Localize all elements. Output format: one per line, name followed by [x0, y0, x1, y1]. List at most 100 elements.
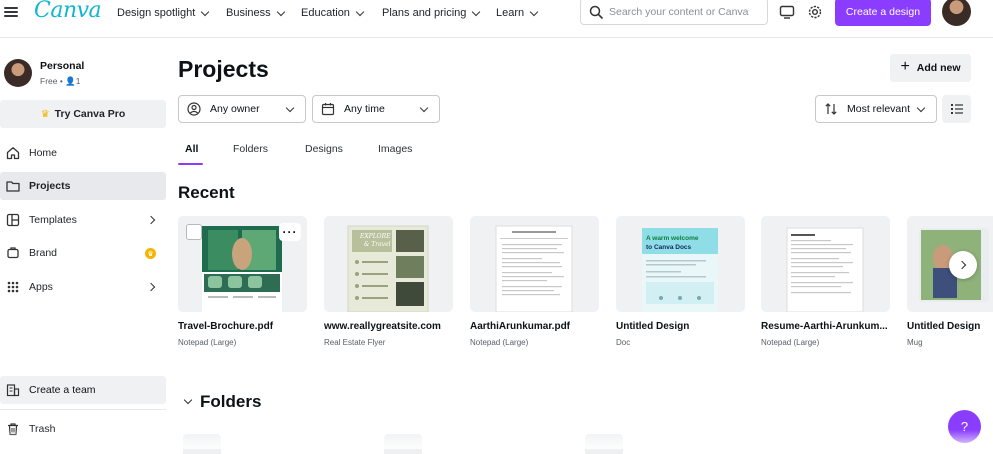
sidebar-item-templates[interactable]: Templates [0, 206, 166, 234]
recent-heading: Recent [178, 183, 235, 202]
sidebar-item-apps[interactable]: Apps [0, 273, 166, 301]
nav-education[interactable]: Education [301, 6, 365, 20]
chevron-right-icon [957, 260, 967, 270]
sidebar-item-home[interactable]: Home [0, 139, 166, 167]
profile-name: Personal [40, 60, 85, 72]
nav-business[interactable]: Business [226, 6, 285, 20]
nav-label: Business [226, 7, 271, 19]
design-card[interactable]: ··· Travel-Brochure.pdf Notepad (Large) [178, 216, 307, 347]
folder-card[interactable] [384, 434, 422, 454]
help-button[interactable]: ? [948, 410, 981, 443]
design-thumbnail [761, 216, 890, 312]
profile-switcher[interactable]: Personal Free • 👤1 [4, 59, 84, 87]
desktop-icon[interactable] [779, 4, 795, 20]
folder-icon [6, 181, 20, 192]
design-card[interactable]: Untitled Design Mug [907, 216, 993, 347]
design-title: Travel-Brochure.pdf [178, 321, 274, 332]
profile-plan: Free • 👤1 [40, 76, 81, 86]
design-type: Doc [616, 338, 631, 347]
divider [0, 409, 166, 410]
templates-icon [6, 213, 20, 227]
create-design-button[interactable]: Create a design [835, 0, 931, 26]
chevron-down-icon [472, 7, 481, 16]
tab-images[interactable]: Images [378, 143, 438, 155]
design-card[interactable]: AarthiArunkumar.pdf Notepad (Large) [470, 216, 599, 347]
sidebar-item-label: Apps [29, 281, 53, 293]
crown-icon: ♛ [40, 108, 50, 120]
carousel-next-button[interactable] [949, 251, 977, 279]
doc-heading-line2: to Canva Docs [646, 244, 692, 251]
design-card[interactable]: A warm welcome to Canva Docs Untitled De… [616, 216, 745, 347]
recent-designs-carousel: ··· Travel-Brochure.pdf Notepad (Large) … [178, 216, 993, 356]
design-title: AarthiArunkumar.pdf [470, 321, 571, 332]
folders-heading: Folders [200, 392, 262, 411]
design-card[interactable]: EXPLORE & Travel www.reallygreatsite.com… [324, 216, 453, 347]
nav-design-spotlight[interactable]: Design spotlight [117, 6, 210, 20]
sidebar-item-label: Trash [29, 423, 56, 435]
design-thumbnail: A warm welcome to Canva Docs [616, 216, 745, 312]
nav-label: Design spotlight [117, 7, 196, 19]
doc-heading-line1: A warm welcome [646, 235, 699, 242]
nav-label: Learn [496, 7, 525, 19]
tab-designs[interactable]: Designs [305, 143, 378, 155]
list-view-icon [950, 104, 963, 114]
tab-folders[interactable]: Folders [233, 143, 305, 155]
resume-preview [495, 225, 573, 312]
design-thumbnail: EXPLORE & Travel [324, 216, 453, 312]
brand-icon [7, 247, 19, 259]
trash-icon [8, 423, 18, 436]
time-filter-dropdown[interactable]: Any time [312, 95, 440, 123]
design-card[interactable]: Resume-Aarthi-Arunkum... Notepad (Large) [761, 216, 890, 347]
sidebar: Personal Free • 👤1 ♛ Try Canva Pro Home … [0, 39, 167, 449]
design-title: Resume-Aarthi-Arunkum... [761, 321, 888, 332]
design-title: www.reallygreatsite.com [324, 321, 441, 332]
avatar[interactable] [942, 0, 971, 26]
flyer-title-line2: & Travel [364, 241, 391, 248]
sidebar-item-label: Templates [29, 214, 77, 226]
canva-logo[interactable]: Canva [34, 0, 102, 23]
sort-dropdown[interactable]: Most relevant [815, 95, 937, 123]
chevron-down-icon [916, 103, 926, 113]
create-team-label: Create a team [29, 384, 96, 396]
list-view-toggle[interactable] [942, 95, 971, 123]
chevron-down-icon [285, 103, 295, 113]
more-options-icon[interactable]: ··· [279, 223, 301, 241]
user-circle-icon [187, 102, 201, 116]
apps-icon [7, 281, 19, 293]
sidebar-item-brand[interactable]: Brand ♛ [0, 239, 166, 267]
create-team-button[interactable]: Create a team [0, 376, 166, 404]
sidebar-item-projects[interactable]: Projects [0, 172, 166, 200]
nav-learn[interactable]: Learn [496, 6, 539, 20]
owner-filter-dropdown[interactable]: Any owner [178, 95, 306, 123]
design-title: Untitled Design [616, 321, 690, 332]
try-pro-label: Try Canva Pro [54, 108, 126, 120]
time-filter-label: Any time [344, 103, 385, 115]
search-bar[interactable] [580, 0, 768, 25]
folder-card[interactable] [183, 434, 221, 454]
tab-all[interactable]: All [185, 143, 233, 155]
try-canva-pro-button[interactable]: ♛ Try Canva Pro [0, 100, 166, 128]
design-thumbnail [470, 216, 599, 312]
menu-icon[interactable] [4, 5, 18, 19]
design-thumbnail: ··· [178, 216, 307, 312]
chevron-down-icon [529, 7, 539, 16]
add-new-label: Add new [916, 62, 961, 74]
resume-preview [786, 227, 864, 312]
design-type: Notepad (Large) [470, 338, 529, 347]
select-checkbox[interactable] [186, 224, 202, 240]
search-input[interactable] [609, 5, 759, 18]
page-title: Projects [178, 56, 269, 82]
plus-icon: + [900, 58, 910, 75]
gear-icon[interactable] [807, 4, 823, 20]
folder-card[interactable] [585, 434, 623, 454]
owner-filter-label: Any owner [210, 103, 260, 115]
chevron-down-icon [276, 7, 285, 16]
nav-plans-and-pricing[interactable]: Plans and pricing [382, 6, 481, 20]
chevron-down-icon [355, 7, 365, 16]
real-estate-flyer-preview: EXPLORE & Travel [347, 225, 429, 312]
add-new-button[interactable]: + Add new [890, 54, 971, 82]
nav-label: Education [301, 7, 350, 19]
calendar-icon [321, 103, 335, 116]
chevron-down-icon[interactable] [183, 395, 193, 405]
sidebar-item-trash[interactable]: Trash [0, 415, 166, 443]
